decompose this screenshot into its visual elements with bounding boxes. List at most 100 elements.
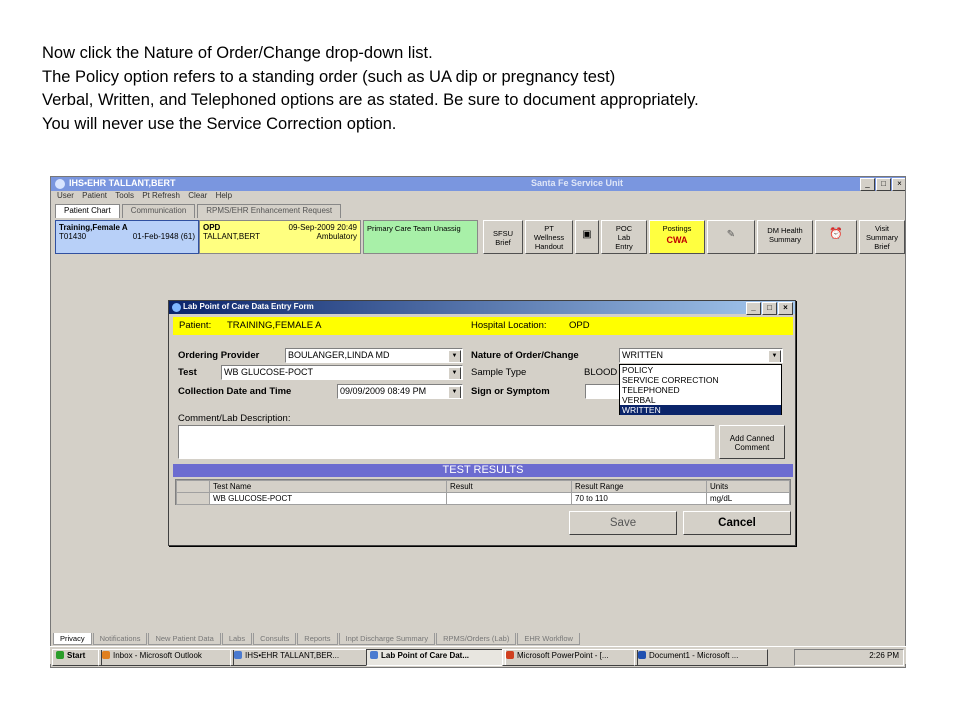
visit-datetime: 09-Sep-2009 20:49 — [288, 223, 358, 232]
dialog-maximize-button[interactable]: □ — [762, 302, 777, 315]
dialog-minimize-button[interactable]: _ — [746, 302, 761, 315]
menu-user[interactable]: User — [57, 191, 74, 200]
patient-selector[interactable]: Training,Female A T01430 01-Feb-1948 (61) — [55, 220, 199, 254]
option-verbal[interactable]: VERBAL — [620, 395, 781, 405]
system-tray: 2:26 PM — [794, 649, 904, 666]
app-icon — [55, 179, 65, 189]
sfsu-brief-button[interactable]: SFSU Brief — [483, 220, 523, 254]
column-header-test-name: Test Name — [209, 480, 447, 493]
care-team-label: Primary Care Team Unassig — [367, 224, 461, 233]
option-telephoned[interactable]: TELEPHONED — [620, 385, 781, 395]
pt-wellness-button[interactable]: PT Wellness Handout — [525, 220, 573, 254]
menu-clear[interactable]: Clear — [188, 191, 207, 200]
test-value: WB GLUCOSE-POCT — [224, 367, 314, 377]
tab-labs[interactable]: Labs — [221, 633, 253, 645]
clock[interactable]: 2:26 PM — [869, 651, 899, 660]
visit-selector[interactable]: OPD 09-Sep-2009 20:49 TALLANT,BERT Ambulat… — [199, 220, 361, 254]
snapshot-icon-button[interactable]: ▣ — [575, 220, 599, 254]
dialog-app-icon — [172, 303, 181, 312]
comment-textarea[interactable] — [178, 425, 715, 459]
taskbar-item-label: Document1 - Microsoft ... — [649, 651, 739, 660]
taskbar-item-label: Inbox - Microsoft Outlook — [113, 651, 202, 660]
save-button[interactable]: Save — [569, 511, 677, 535]
hospital-location-label: Hospital Location: — [471, 320, 547, 331]
taskbar-item-powerpoint[interactable]: Microsoft PowerPoint - [... — [502, 649, 638, 666]
windows-taskbar: Start Inbox - Microsoft Outlook IHS•EHR … — [50, 646, 906, 666]
dm-health-summary-button[interactable]: DM Health Summary — [757, 220, 813, 254]
poc-lab-entry-button[interactable]: POC Lab Entry — [601, 220, 647, 254]
collection-datetime-value: 09/09/2009 08:49 PM — [340, 386, 427, 396]
cell-units: mg/dL — [706, 492, 790, 505]
visit-summary-brief-button[interactable]: Visit Summary Brief — [859, 220, 905, 254]
visit-provider: TALLANT,BERT — [203, 232, 261, 241]
test-combo[interactable]: WB GLUCOSE-POCT ▼ — [221, 365, 463, 380]
care-team-box[interactable]: Primary Care Team Unassig — [363, 220, 478, 254]
instruction-line: Verbal, Written, and Telephoned options … — [42, 91, 699, 109]
menu-tools[interactable]: Tools — [115, 191, 134, 200]
cancel-button[interactable]: Cancel — [683, 511, 791, 535]
poc-lab-entry-label: POC Lab Entry — [615, 224, 633, 251]
taskbar-item-label: Microsoft PowerPoint - [... — [517, 651, 609, 660]
tab-consults[interactable]: Consults — [253, 633, 297, 645]
chevron-down-icon[interactable]: ▼ — [448, 350, 461, 362]
ehr-icon — [234, 651, 242, 659]
tab-patient-chart[interactable]: Patient Chart — [55, 204, 120, 218]
taskbar-item-lab-poc[interactable]: Lab Point of Care Dat... — [366, 649, 506, 666]
instruction-line: The Policy option refers to a standing o… — [42, 67, 616, 86]
tab-ehr-workflow[interactable]: EHR Workflow — [517, 633, 580, 645]
taskbar-item-ehr[interactable]: IHS•EHR TALLANT,BER... — [230, 649, 370, 666]
option-policy[interactable]: POLICY — [620, 365, 781, 375]
taskbar-item-label: Lab Point of Care Dat... — [381, 651, 470, 660]
tab-rpms-orders-lab[interactable]: RPMS/Orders (Lab) — [436, 633, 517, 645]
ordering-provider-value: BOULANGER,LINDA MD — [288, 350, 390, 360]
option-written[interactable]: WRITTEN — [620, 405, 781, 415]
test-label: Test — [178, 367, 197, 378]
alarm-icon-button[interactable]: ⏰ — [815, 220, 857, 254]
dialog-close-button[interactable]: × — [778, 302, 793, 315]
chevron-down-icon[interactable]: ▼ — [768, 350, 781, 362]
menu-bar: User Patient Tools Pt Refresh Clear Help — [51, 191, 905, 203]
menu-pt-refresh[interactable]: Pt Refresh — [142, 191, 180, 200]
dialog-titlebar: Lab Point of Care Data Entry Form _ □ × — [169, 301, 795, 315]
note-icon-button[interactable]: ✎ — [707, 220, 755, 254]
instruction-line: Now click the Nature of Order/Change dro… — [42, 44, 433, 62]
taskbar-item-outlook[interactable]: Inbox - Microsoft Outlook — [98, 649, 234, 666]
postings-button[interactable]: Postings CWA — [649, 220, 705, 254]
top-tabs: Patient Chart Communication RPMS/EHR Enhan… — [55, 204, 343, 218]
tab-privacy[interactable]: Privacy — [53, 633, 92, 645]
tab-new-patient-data[interactable]: New Patient Data — [148, 633, 221, 645]
dialog-title: Lab Point of Care Data Entry Form — [183, 302, 314, 311]
patient-banner: Patient: TRAINING,FEMALE A Hospital Loca… — [173, 317, 793, 335]
postings-label: Postings — [662, 224, 692, 233]
column-header-result: Result — [446, 480, 572, 493]
option-service-correction[interactable]: SERVICE CORRECTION — [620, 375, 781, 385]
chevron-down-icon[interactable]: ▼ — [448, 367, 461, 379]
instruction-line: You will never use the Service Correctio… — [42, 114, 397, 133]
chevron-down-icon[interactable]: ▼ — [448, 386, 461, 398]
menu-help[interactable]: Help — [216, 191, 232, 200]
tab-inpt-discharge-summary[interactable]: Inpt Discharge Summary — [338, 633, 436, 645]
ordering-provider-combo[interactable]: BOULANGER,LINDA MD ▼ — [285, 348, 463, 363]
column-header-units: Units — [706, 480, 790, 493]
collection-datetime-picker[interactable]: 09/09/2009 08:49 PM ▼ — [337, 384, 463, 399]
menu-patient[interactable]: Patient — [82, 191, 107, 200]
tab-reports[interactable]: Reports — [297, 633, 338, 645]
add-canned-comment-label: Add Canned Comment — [729, 434, 775, 452]
tab-notifications[interactable]: Notifications — [92, 633, 148, 645]
dm-health-summary-label: DM Health Summary — [767, 226, 803, 244]
start-button[interactable]: Start — [52, 649, 102, 666]
patient-id: T01430 — [59, 232, 87, 241]
maximize-button[interactable]: □ — [876, 178, 891, 191]
table-row[interactable]: WB GLUCOSE-POCT 70 to 110 mg/dL — [176, 492, 790, 505]
taskbar-item-word[interactable]: Document1 - Microsoft ... — [634, 649, 768, 666]
minimize-button[interactable]: _ — [860, 178, 875, 191]
instruction-text: Now click the Nature of Order/Change dro… — [42, 42, 942, 136]
windows-logo-icon — [56, 651, 64, 659]
nature-of-order-combo[interactable]: WRITTEN ▼ — [619, 348, 783, 363]
add-canned-comment-button[interactable]: Add Canned Comment — [719, 425, 785, 459]
sign-or-symptom-combo[interactable] — [585, 384, 621, 399]
tab-communication[interactable]: Communication — [121, 204, 196, 218]
cell-result[interactable] — [446, 492, 572, 505]
tab-enhancement-request[interactable]: RPMS/EHR Enhancement Request — [197, 204, 342, 218]
close-button[interactable]: × — [892, 178, 905, 191]
